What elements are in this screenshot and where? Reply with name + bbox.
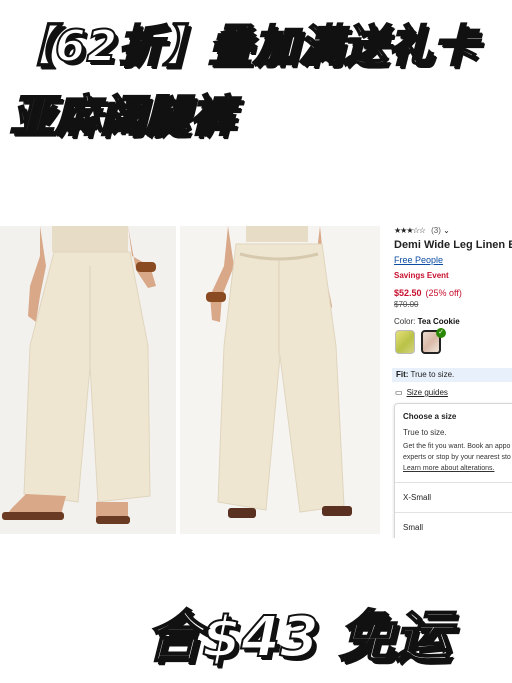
rating-row[interactable]: ★★★☆☆ (3) ⌄ [394,226,450,235]
rating-count: (3) [431,226,441,235]
color-label: Color: Tea Cookie [394,317,460,326]
size-chooser-card: Choose a size True to size. Get the fit … [394,403,512,538]
size-guides-label: Size guides [406,388,448,397]
size-card-text-1: Get the fit you want. Book an appo [403,443,511,450]
size-card-fit: True to size. [403,428,447,437]
price-value: $52.50 [394,288,422,298]
ruler-icon: ▭ [395,388,403,397]
promo-headline-line1: 【62折】叠加满送礼卡 [9,20,479,73]
product-details-panel: ★★★☆☆ (3) ⌄ Demi Wide Leg Linen Ble Free… [392,222,512,538]
color-label-text: Color: [394,317,416,326]
product-photo-front[interactable] [0,226,176,534]
product-photo-back[interactable] [180,226,380,534]
brand-link[interactable]: Free People [394,255,443,265]
divider [395,512,512,513]
size-option-small[interactable]: Small [403,523,423,532]
chevron-down-icon: ⌄ [443,226,450,235]
star-icon: ★★★☆☆ [394,226,426,235]
size-option-xsmall[interactable]: X-Small [403,493,431,502]
fit-label: Fit: [396,370,409,379]
promo-price-headline: 合$43 免运 [145,604,451,671]
size-card-heading: Choose a size [403,412,457,421]
fit-banner: Fit: True to size. [392,368,512,382]
event-badge: Savings Event [394,271,449,280]
promo-headline-line2: 亚麻阔腿裤 [9,90,235,143]
discount-percent: (25% off) [425,288,462,298]
pants-front-illustration [0,226,176,534]
was-price: $70.00 [394,300,419,309]
size-guides-link[interactable]: ▭ Size guides [395,388,448,397]
pants-back-illustration [180,226,380,534]
divider [395,482,512,483]
alterations-link[interactable]: Learn more about alterations. [403,465,494,472]
current-price: $52.50 (25% off) [394,288,462,298]
product-title: Demi Wide Leg Linen Ble [394,239,512,251]
color-value: Tea Cookie [417,317,460,326]
checkmark-icon: ✓ [436,328,446,338]
color-swatch-green[interactable] [395,330,415,354]
size-card-text-2: experts or stop by your nearest sto [403,454,511,461]
fit-value: True to size. [410,370,455,379]
